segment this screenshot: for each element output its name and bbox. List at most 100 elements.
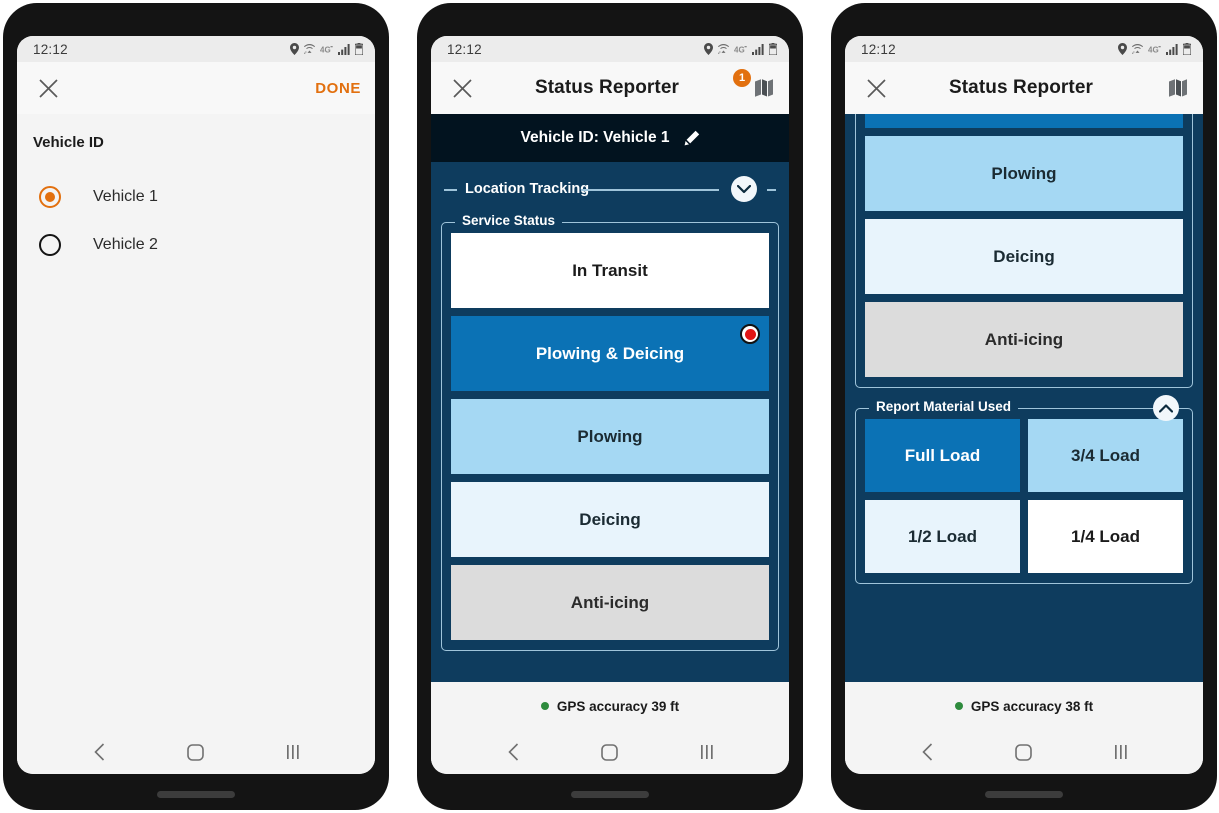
radio-option-vehicle-2[interactable]: Vehicle 2 <box>33 221 359 269</box>
form-scroll-area[interactable]: Location Tracking Service Status In Tran… <box>431 162 789 682</box>
status-button-plowing[interactable]: Plowing <box>865 136 1183 211</box>
pencil-icon <box>684 130 699 146</box>
status-bar: 12:12 4G <box>845 36 1203 62</box>
phone-1-screen: 12:12 4G DONE Vehicle ID Vehicle 1 Vehic… <box>17 36 375 774</box>
status-button-label: Plowing <box>991 163 1057 183</box>
radio-icon-selected[interactable] <box>39 186 61 208</box>
radio-option-vehicle-1[interactable]: Vehicle 1 <box>33 173 359 221</box>
status-button-label: Deicing <box>993 246 1055 266</box>
status-button-deicing[interactable]: Deicing <box>865 219 1183 294</box>
form-scroll-area[interactable]: Plowing Deicing Anti-icing Report Materi… <box>845 114 1203 682</box>
material-button-half-load[interactable]: 1/2 Load <box>865 500 1020 573</box>
status-button-label: Anti-icing <box>984 329 1064 349</box>
phone-2-toolbar: Status Reporter 1 <box>431 62 789 114</box>
location-tracking-label: Location Tracking <box>465 181 590 197</box>
location-pin-icon <box>704 43 713 55</box>
home-icon <box>187 743 205 761</box>
service-status-group: Plowing Deicing Anti-icing <box>855 114 1193 388</box>
close-button[interactable] <box>445 71 479 105</box>
phone-2: 12:12 4G Status Reporter 1 Vehicle ID: V… <box>417 3 803 810</box>
svg-text:4G: 4G <box>734 45 745 54</box>
status-bar: 12:12 4G <box>17 36 375 62</box>
battery-icon <box>769 43 777 55</box>
report-material-used-group: Report Material Used Full Load 3/4 Load <box>855 395 1193 584</box>
status-button-plowing-deicing[interactable]: Plowing & Deicing <box>451 316 769 391</box>
page-title: Status Reporter <box>948 77 1094 98</box>
home-icon <box>601 743 619 761</box>
vehicle-id-bar[interactable]: Vehicle ID: Vehicle 1 <box>431 114 789 162</box>
gps-status-dot <box>954 702 963 710</box>
location-tracking-group[interactable]: Location Tracking <box>441 172 779 206</box>
phone-3-screen: 12:12 4G Status Reporter Plowing Deicing… <box>845 36 1203 774</box>
signal-bars-icon <box>338 43 350 55</box>
radio-icon-unselected[interactable] <box>39 234 61 256</box>
record-indicator-icon <box>740 324 760 344</box>
recents-icon <box>1114 745 1127 759</box>
material-button-quarter-load[interactable]: 1/4 Load <box>1028 500 1183 573</box>
recents-icon <box>286 745 299 759</box>
status-button-plowing[interactable]: Plowing <box>451 399 769 474</box>
nav-back-button[interactable] <box>82 737 116 767</box>
close-button[interactable] <box>859 71 893 105</box>
phone-3-toolbar: Status Reporter <box>845 62 1203 114</box>
map-icon <box>1169 79 1187 97</box>
gps-accuracy-text: GPS accuracy 38 ft <box>970 698 1094 714</box>
done-button-wrap: DONE <box>315 70 361 106</box>
nav-home-button[interactable] <box>1007 737 1041 767</box>
close-button[interactable] <box>31 71 65 105</box>
nav-home-button[interactable] <box>593 737 627 767</box>
report-material-legend: Report Material Used <box>869 399 1019 414</box>
back-icon <box>508 743 518 761</box>
nav-back-button[interactable] <box>910 737 944 767</box>
location-pin-icon <box>290 43 299 55</box>
status-bar-icons: 4G <box>290 43 363 55</box>
nav-recents-button[interactable] <box>276 737 310 767</box>
status-bar-time: 12:12 <box>447 41 482 57</box>
service-status-group: Service Status In Transit Plowing & Deic… <box>441 213 779 651</box>
status-button-label: Plowing & Deicing <box>535 343 685 363</box>
nav-back-button[interactable] <box>496 737 530 767</box>
status-button-plowing-deicing[interactable] <box>865 114 1183 128</box>
notification-badge: 1 <box>733 69 751 87</box>
report-material-frame: Full Load 3/4 Load 1/2 Load 1/4 Load <box>855 408 1193 584</box>
nav-home-button[interactable] <box>179 737 213 767</box>
service-status-frame: Plowing Deicing Anti-icing <box>855 114 1193 388</box>
material-button-label: 1/2 Load <box>908 526 977 546</box>
phone-3-stand <box>985 791 1063 798</box>
group-rule-left <box>444 189 457 191</box>
material-button-three-quarter-load[interactable]: 3/4 Load <box>1028 419 1183 492</box>
vehicle-picker: Vehicle ID Vehicle 1 Vehicle 2 <box>17 114 375 730</box>
chevron-up-icon <box>1159 403 1173 413</box>
signal-bars-icon <box>752 43 764 55</box>
status-button-in-transit[interactable]: In Transit <box>451 233 769 308</box>
status-bar-icons: 4G <box>1118 43 1191 55</box>
status-button-deicing[interactable]: Deicing <box>451 482 769 557</box>
material-button-full-load[interactable]: Full Load <box>865 419 1020 492</box>
radio-label: Vehicle 1 <box>93 188 158 205</box>
done-button[interactable]: DONE <box>315 80 361 97</box>
service-status-legend: Service Status <box>455 213 563 228</box>
report-material-toggle[interactable] <box>1153 395 1179 421</box>
nav-recents-button[interactable] <box>1104 737 1138 767</box>
android-nav-bar <box>431 730 789 774</box>
status-button-anti-icing[interactable]: Anti-icing <box>865 302 1183 377</box>
status-reporter-body: Vehicle ID: Vehicle 1 Location Tracking <box>431 114 789 682</box>
nav-recents-button[interactable] <box>690 737 724 767</box>
status-bar-time: 12:12 <box>33 41 68 57</box>
status-button-anti-icing[interactable]: Anti-icing <box>451 565 769 640</box>
close-icon <box>866 78 886 98</box>
location-tracking-toggle[interactable] <box>731 176 757 202</box>
map-button[interactable]: 1 <box>733 69 775 106</box>
chevron-down-icon <box>737 184 751 193</box>
gps-status-dot <box>540 702 549 710</box>
vehicle-id-text: Vehicle ID: Vehicle 1 <box>520 129 670 146</box>
svg-text:4G: 4G <box>1148 45 1159 54</box>
status-reporter-body: Plowing Deicing Anti-icing Report Materi… <box>845 114 1203 682</box>
phone-2-screen: 12:12 4G Status Reporter 1 Vehicle ID: V… <box>431 36 789 774</box>
material-button-grid: Full Load 3/4 Load 1/2 Load 1/4 Load <box>865 419 1183 573</box>
map-button[interactable] <box>1149 70 1189 106</box>
svg-text:4G: 4G <box>320 45 331 54</box>
radio-label: Vehicle 2 <box>93 236 158 253</box>
map-icon <box>755 79 773 97</box>
wifi-icon <box>304 44 315 54</box>
